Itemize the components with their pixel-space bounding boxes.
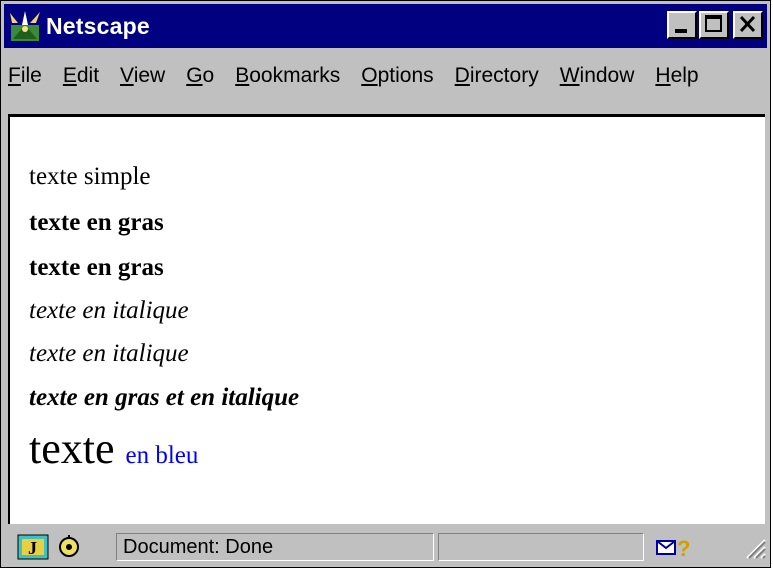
menu-bar: File Edit View Go Bookmarks Options Dire… <box>4 53 767 99</box>
security-key-icon[interactable]: J <box>17 534 49 560</box>
menu-go[interactable]: Go <box>176 64 225 88</box>
window-title: Netscape <box>46 12 150 39</box>
progress-field <box>438 533 644 561</box>
status-text: Document: Done <box>116 533 434 561</box>
close-icon <box>739 15 756 33</box>
text-bold: texte en gras <box>29 209 164 236</box>
window-controls <box>667 11 763 39</box>
text-bold-italic: texte en gras et en italique <box>29 384 300 411</box>
page-content[interactable]: texte simple texte en gras texte en gras… <box>8 114 765 524</box>
menu-file[interactable]: File <box>4 64 53 88</box>
component-icon[interactable] <box>54 535 84 559</box>
maximize-button[interactable] <box>699 11 729 39</box>
text-italic-2: texte en italique <box>29 340 189 367</box>
menu-view[interactable]: View <box>110 64 176 88</box>
text-large-line: texte en bleu <box>29 423 198 474</box>
text-simple: texte simple <box>29 163 151 190</box>
browser-window: Netscape File Edit View Go Bookmarks Opt… <box>0 0 771 568</box>
netscape-logo-icon[interactable] <box>8 9 42 43</box>
svg-text:?: ? <box>677 536 690 561</box>
status-bar: J Document: Done ? <box>4 529 767 565</box>
svg-text:J: J <box>28 538 37 558</box>
menu-edit[interactable]: Edit <box>53 64 110 88</box>
minimize-icon <box>675 29 687 33</box>
close-button[interactable] <box>733 11 763 39</box>
mail-icon[interactable]: ? <box>656 535 696 566</box>
resize-grip-icon[interactable] <box>741 534 767 565</box>
title-bar[interactable]: Netscape <box>4 4 767 48</box>
status-icons: J <box>16 533 96 561</box>
text-large: texte <box>29 424 115 473</box>
text-bold-2: texte en gras <box>29 254 164 281</box>
menu-directory[interactable]: Directory <box>445 64 550 88</box>
menu-options[interactable]: Options <box>351 64 444 88</box>
help-icon[interactable]: ? <box>677 536 690 561</box>
maximize-icon <box>705 15 722 32</box>
text-blue: en bleu <box>125 442 199 469</box>
menu-window[interactable]: Window <box>550 64 646 88</box>
menu-help[interactable]: Help <box>645 64 709 88</box>
minimize-button[interactable] <box>667 11 697 39</box>
menu-bookmarks[interactable]: Bookmarks <box>225 64 351 88</box>
text-italic: texte en italique <box>29 297 189 324</box>
